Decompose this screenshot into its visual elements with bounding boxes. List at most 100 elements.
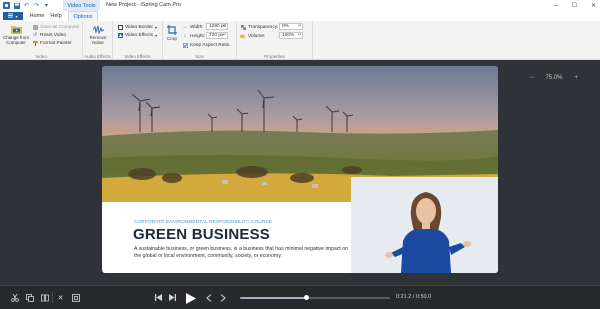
width-input[interactable]: 1280 px xyxy=(206,23,228,30)
keep-aspect-ratio-checkbox[interactable]: Keep Aspect Ratio xyxy=(182,42,229,48)
height-input[interactable]: 720 px xyxy=(206,32,228,39)
window-controls: – ☐ ✕ xyxy=(554,0,596,11)
next-frame-icon[interactable] xyxy=(218,293,227,302)
effects-icon xyxy=(117,32,123,38)
cut-icon[interactable] xyxy=(10,293,19,302)
remove-noise-button[interactable]: Remove Noise xyxy=(86,24,110,45)
width-field-label-wrap: ↔ Width: xyxy=(182,24,204,30)
quick-access-toolbar: ↶ ↷ ▾ xyxy=(0,2,50,9)
format-painter-label: Format Painter xyxy=(40,40,72,46)
crop-label: Crop xyxy=(167,36,177,41)
border-icon xyxy=(117,24,123,30)
zoom-out-button[interactable]: − xyxy=(530,75,534,81)
zoom-in-button[interactable]: + xyxy=(574,75,578,81)
video-effects-group: Video Border ▾ Video Effects ▾ Video Eff… xyxy=(113,21,163,60)
copy-icon[interactable] xyxy=(25,293,34,302)
seek-bar-progress xyxy=(240,297,306,299)
audio-effects-group: Remove Noise Audio Effects xyxy=(83,21,113,60)
height-label: Height: xyxy=(190,33,206,39)
folder-video-icon xyxy=(10,24,22,34)
change-from-computer-button[interactable]: Change from Computer xyxy=(3,24,29,45)
video-effects-dropdown[interactable]: Video Effects ▾ xyxy=(117,32,157,38)
video-group-label: Video xyxy=(35,54,47,59)
format-painter-button[interactable]: Format Painter xyxy=(32,40,72,46)
undo-icon[interactable]: ↶ xyxy=(23,2,30,9)
volume-input[interactable]: 100% xyxy=(279,32,303,39)
course-title: CORPORATE ENVIRONMENTAL RESPONSIBILITY C… xyxy=(134,219,272,224)
video-effects-label: Video Effects xyxy=(125,32,154,38)
size-group-label: Size xyxy=(195,54,204,59)
save-as-computer-label: Save as Computer xyxy=(40,24,80,30)
video-group: Change from Computer Save as Computer ↺ … xyxy=(0,21,83,60)
volume-icon xyxy=(240,33,246,39)
transparency-icon xyxy=(240,24,246,30)
tab-options[interactable]: Options xyxy=(68,11,98,21)
transparency-input[interactable]: 0% xyxy=(279,23,303,30)
zoom-control: − 75.0% + xyxy=(530,75,578,81)
play-button[interactable] xyxy=(184,291,198,305)
app-logo-icon xyxy=(3,2,10,9)
width-label: Width: xyxy=(190,24,204,30)
close-button[interactable]: ✕ xyxy=(591,2,596,9)
redo-icon[interactable]: ↷ xyxy=(33,2,40,9)
file-menu-chevron-icon: ▾ xyxy=(15,13,18,19)
title-bar: ↶ ↷ ▾ Video Tools New Project - iSpring … xyxy=(0,0,600,11)
video-effects-chevron-icon: ▾ xyxy=(155,32,158,38)
reset-icon: ↺ xyxy=(32,32,38,38)
presenter-video xyxy=(351,177,498,273)
volume-label: Volume: xyxy=(248,33,266,39)
ribbon-tabs: ▾ Home Help Options xyxy=(0,11,600,21)
maximize-button[interactable]: ☐ xyxy=(572,2,577,9)
height-icon: ↕ xyxy=(183,33,187,39)
save-icon[interactable] xyxy=(13,2,20,9)
change-from-computer-label: Change from Computer xyxy=(3,35,30,45)
tab-home[interactable]: Home xyxy=(27,11,47,21)
skip-to-start-icon[interactable] xyxy=(154,293,163,302)
checkbox-checked-icon xyxy=(182,42,188,48)
save-as-computer-button[interactable]: Save as Computer xyxy=(32,24,80,30)
transparency-field-label-wrap: Transparency: xyxy=(240,24,278,30)
skip-to-end-icon[interactable] xyxy=(168,293,177,302)
video-border-dropdown[interactable]: Video Border ▾ xyxy=(117,24,157,30)
customize-toolbar-icon[interactable]: ▾ xyxy=(43,2,50,9)
width-icon: ↔ xyxy=(182,24,188,30)
zoom-level[interactable]: 75.0% xyxy=(545,75,562,81)
transparency-label: Transparency: xyxy=(248,24,279,30)
minimize-button[interactable]: – xyxy=(554,3,557,9)
noise-waveform-icon xyxy=(92,24,104,34)
tab-help[interactable]: Help xyxy=(48,11,64,21)
slide-body-text: A sustainable business, or green busines… xyxy=(134,246,348,259)
volume-field-label-wrap: Volume: xyxy=(240,33,265,39)
video-border-chevron-icon: ▾ xyxy=(154,24,157,30)
playback-timecode: 0:21.2 / 0:50.0 xyxy=(396,294,432,300)
video-effects-group-label: Video Effects xyxy=(124,54,151,59)
audio-effects-group-label: Audio Effects xyxy=(84,54,111,59)
properties-group-label: Properties xyxy=(264,54,285,59)
playback-seek-bar[interactable] xyxy=(240,295,390,300)
fullscreen-icon[interactable] xyxy=(71,293,80,302)
video-tools-context-tab: Video Tools xyxy=(63,0,100,11)
file-menu-button[interactable]: ▾ xyxy=(3,12,23,20)
seek-bar-handle[interactable] xyxy=(304,295,309,300)
previous-frame-icon[interactable] xyxy=(204,293,213,302)
size-group: Crop ↔ Width: 1280 px ↕ Height: 720 px K… xyxy=(163,21,237,60)
remove-noise-label: Remove Noise xyxy=(89,35,107,45)
toolbar-divider xyxy=(52,292,53,303)
video-border-label: Video Border xyxy=(125,24,153,30)
format-painter-icon xyxy=(32,40,38,46)
ribbon: Change from Computer Save as Computer ↺ … xyxy=(0,21,600,60)
crop-button[interactable]: Crop xyxy=(165,25,179,41)
properties-group: Transparency: 0% Volume: 100% Properties xyxy=(237,21,313,60)
split-icon[interactable] xyxy=(40,293,49,302)
delete-icon[interactable]: ✕ xyxy=(56,293,65,302)
reset-video-label: Reset Video xyxy=(40,32,67,38)
height-field-label-wrap: ↕ Height: xyxy=(182,33,205,39)
slide-headline: GREEN BUSINESS xyxy=(133,226,270,243)
window-title: New Project - iSpring Cam Pro xyxy=(106,2,181,8)
file-menu-icon xyxy=(8,13,14,20)
crop-icon xyxy=(167,25,178,35)
video-slide-preview[interactable]: CORPORATE ENVIRONMENTAL RESPONSIBILITY C… xyxy=(102,66,498,273)
bottom-toolbar: ✕ 0:21.2 / 0:50.0 xyxy=(0,285,600,309)
keep-aspect-ratio-label: Keep Aspect Ratio xyxy=(190,42,230,48)
reset-video-button[interactable]: ↺ Reset Video xyxy=(32,32,66,38)
